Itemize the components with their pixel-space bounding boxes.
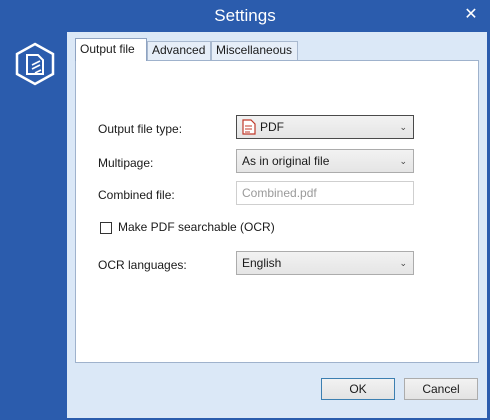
tab-advanced[interactable]: Advanced — [147, 41, 211, 60]
pdf-file-icon — [242, 119, 256, 135]
settings-window: Settings ✕ Output file Advanced Miscella… — [0, 0, 490, 420]
tab-miscellaneous[interactable]: Miscellaneous — [211, 41, 298, 60]
combined-file-input[interactable]: Combined.pdf — [236, 181, 414, 205]
close-icon: ✕ — [464, 6, 478, 23]
output-file-type-select[interactable]: PDF ⌄ — [236, 115, 414, 139]
tab-panel-output-file: Output file type: PDF ⌄ Multipage: As in… — [75, 60, 479, 363]
output-file-type-label: Output file type: — [98, 122, 183, 136]
window-title: Settings — [214, 6, 276, 25]
ocr-languages-value: English — [242, 256, 282, 270]
settings-content: Output file Advanced Miscellaneous Outpu… — [67, 32, 487, 418]
title-bar[interactable]: Settings ✕ — [0, 0, 490, 32]
ocr-checkbox[interactable] — [100, 222, 112, 234]
ocr-languages-label: OCR languages: — [98, 258, 187, 272]
cancel-button[interactable]: Cancel — [404, 378, 478, 400]
chevron-down-icon: ⌄ — [399, 122, 407, 132]
ocr-checkbox-label[interactable]: Make PDF searchable (OCR) — [118, 220, 275, 234]
app-logo-icon — [15, 42, 55, 86]
close-button[interactable]: ✕ — [462, 6, 480, 24]
multipage-select[interactable]: As in original file ⌄ — [236, 149, 414, 173]
multipage-value: As in original file — [242, 154, 330, 168]
chevron-down-icon: ⌄ — [399, 258, 407, 268]
combined-file-label: Combined file: — [98, 188, 175, 202]
ocr-languages-select[interactable]: English ⌄ — [236, 251, 414, 275]
output-file-type-value: PDF — [260, 120, 284, 134]
tab-output-file[interactable]: Output file — [75, 38, 147, 61]
sidebar — [0, 32, 67, 420]
chevron-down-icon: ⌄ — [399, 156, 407, 166]
ok-button[interactable]: OK — [321, 378, 395, 400]
multipage-label: Multipage: — [98, 156, 154, 170]
